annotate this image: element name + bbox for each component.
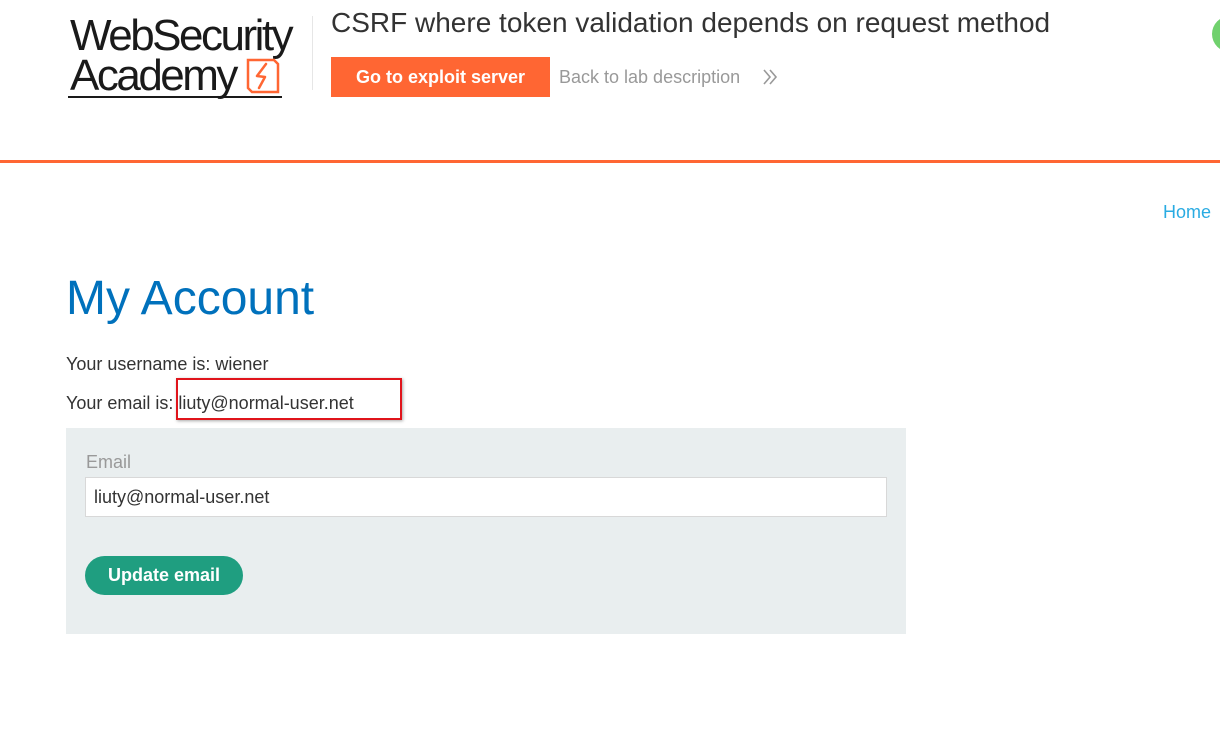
email-field-label: Email (86, 452, 132, 472)
logo-lightning-icon (246, 58, 280, 94)
update-email-button[interactable]: Update email (85, 556, 243, 595)
lab-header: WebSecurity Academy CSRF where token val… (0, 0, 1220, 163)
lab-title: CSRF where token validation depends on r… (331, 7, 1051, 38)
email-input[interactable] (85, 477, 887, 517)
double-chevron-right-icon (763, 69, 778, 85)
header-divider (312, 16, 313, 90)
lab-status-indicator (1212, 16, 1220, 52)
back-to-lab-description-link[interactable]: Back to lab description (559, 66, 740, 88)
web-security-academy-logo[interactable]: WebSecurity Academy (68, 12, 308, 100)
logo-underline (68, 96, 282, 98)
logo-text-line2: Academy (70, 51, 238, 100)
username-text: Your username is: wiener (66, 354, 269, 374)
page-title: My Account (66, 272, 315, 325)
email-highlight-box (176, 378, 402, 420)
go-to-exploit-server-button[interactable]: Go to exploit server (331, 57, 550, 97)
change-email-form: Email Update email (66, 428, 906, 634)
home-nav-link[interactable]: Home (1163, 201, 1211, 223)
